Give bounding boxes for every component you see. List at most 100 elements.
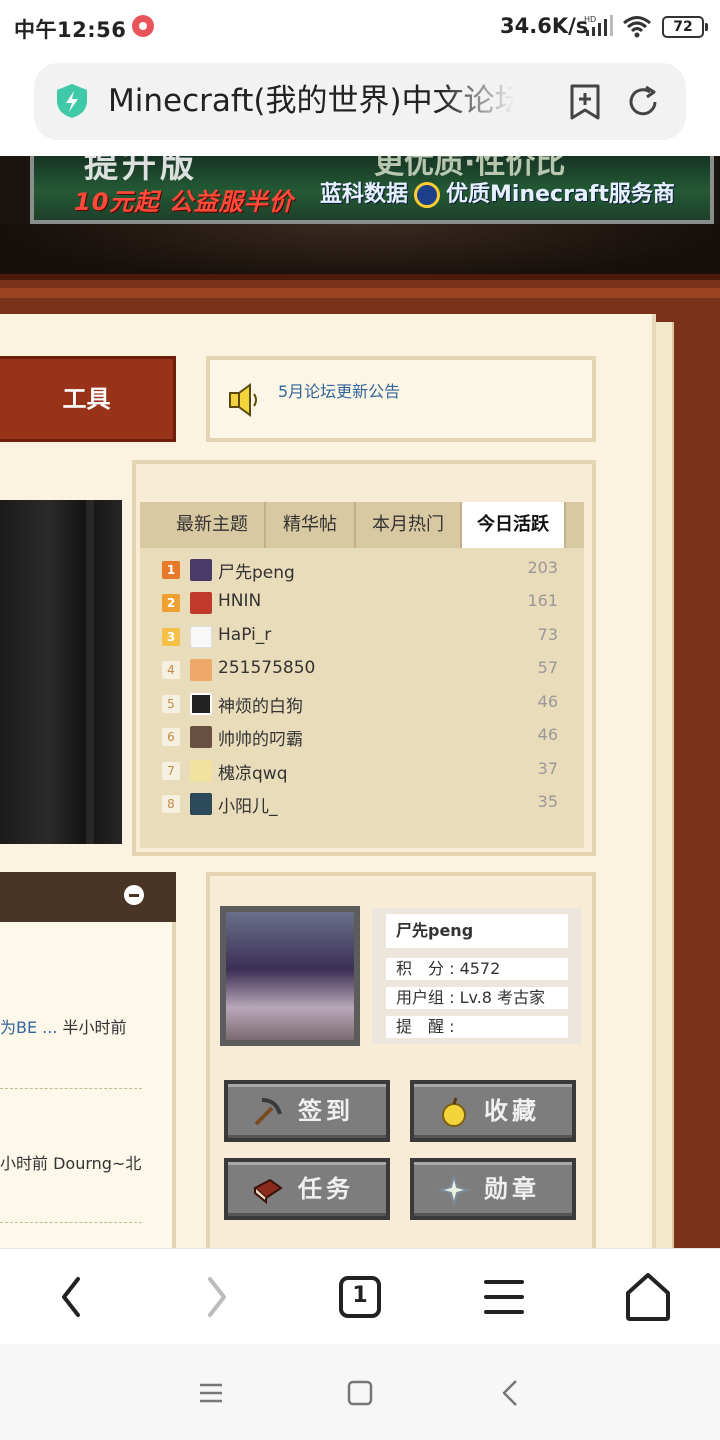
bookmark-add-icon[interactable]	[567, 83, 603, 121]
list-item[interactable]: 为BE ... 半小时前	[0, 1014, 127, 1038]
rank-score: 46	[537, 692, 558, 711]
reload-icon[interactable]	[624, 83, 662, 121]
profile-points: 积 分 : 4572	[386, 958, 568, 980]
wifi-icon	[623, 16, 651, 38]
avatar[interactable]	[190, 592, 212, 614]
profile-panel: 尸先peng 积 分 : 4572 用户组 : Lv.8 考古家 提 醒 : 签…	[206, 872, 596, 1248]
section-header	[0, 872, 176, 922]
rank-badge: 6	[162, 728, 180, 746]
rank-score: 35	[537, 792, 558, 811]
banner-promo: 10元起 公益服半价	[74, 188, 294, 216]
tab-monthly-hot[interactable]: 本月热门	[356, 502, 462, 548]
banner-brand-slogan: 优质Minecraft服务商	[446, 182, 675, 207]
profile-info: 尸先peng 积 分 : 4572 用户组 : Lv.8 考古家 提 醒 :	[372, 908, 582, 1044]
home-icon[interactable]	[618, 1269, 678, 1325]
rank-name[interactable]: HNIN	[218, 591, 261, 611]
rank-name[interactable]: 槐凉qwq	[218, 759, 288, 784]
list-item[interactable]: 5 神烦的白狗 46	[140, 688, 584, 718]
back-system-icon[interactable]	[496, 1378, 526, 1408]
tab-latest[interactable]: 最新主题	[160, 502, 266, 548]
profile-name[interactable]: 尸先peng	[386, 914, 568, 948]
rank-score: 57	[537, 658, 558, 677]
tab-count: 1	[352, 1283, 368, 1308]
ad-banner[interactable]: 提升版 更优质·性价比 10元起 公益服半价 蓝科数据 优质Minecraft服务…	[30, 156, 714, 224]
list-item[interactable]: 7 槐凉qwq 37	[140, 755, 584, 785]
speaker-icon	[229, 383, 257, 417]
back-icon[interactable]	[42, 1269, 102, 1325]
avatar[interactable]	[220, 906, 360, 1046]
rank-score: 46	[537, 725, 558, 744]
list-item[interactable]: 2 HNIN 161	[140, 587, 584, 617]
pickaxe-icon	[254, 1098, 282, 1126]
ranking-list: 1 尸先peng 203 2 HNIN 161 3 HaPi_r 73 4 25…	[140, 548, 584, 848]
avatar[interactable]	[190, 659, 212, 681]
book-icon	[253, 1178, 283, 1205]
post-meta: 小时前 Dourng~北	[0, 1154, 142, 1173]
page-title[interactable]: Minecraft(我的世界)中文论坛	[108, 81, 514, 121]
system-nav	[0, 1344, 720, 1440]
checkin-button[interactable]: 签到	[224, 1080, 390, 1142]
profile-group: 用户组 : Lv.8 考古家	[386, 987, 568, 1009]
rank-score: 203	[527, 558, 558, 577]
menu-icon[interactable]	[474, 1269, 534, 1325]
banner-brand-name: 蓝科数据	[320, 182, 409, 207]
signal-hd-icon: HD	[584, 15, 613, 36]
list-item[interactable]: 1 尸先peng 203	[140, 554, 584, 584]
list-item[interactable]: 3 HaPi_r 73	[140, 621, 584, 651]
rank-badge: 7	[162, 762, 180, 780]
record-icon	[132, 15, 154, 37]
avatar[interactable]	[190, 693, 212, 715]
list-item[interactable]: 小时前 Dourng~北	[0, 1150, 141, 1174]
address-bar[interactable]: Minecraft(我的世界)中文论坛	[34, 63, 686, 140]
activity-panel: 最新主题 精华帖 本月热门 今日活跃 1 尸先peng 203 2 HNIN 1…	[132, 460, 596, 856]
notice-link[interactable]: 5月论坛更新公告	[278, 378, 400, 402]
medals-label: 勋章	[484, 1175, 540, 1203]
avatar-image	[226, 912, 354, 1040]
rank-name[interactable]: 尸先peng	[218, 558, 295, 583]
tasks-label: 任务	[298, 1175, 354, 1203]
brand-logo-icon	[414, 182, 441, 208]
tasks-button[interactable]: 任务	[224, 1158, 390, 1220]
recents-icon[interactable]	[196, 1378, 226, 1408]
rank-badge: 4	[162, 661, 180, 679]
post-link[interactable]: 为BE ...	[0, 1018, 57, 1037]
profile-reminder: 提 醒 :	[386, 1016, 568, 1038]
rank-name[interactable]: HaPi_r	[218, 625, 271, 645]
featured-image[interactable]	[0, 500, 122, 844]
rank-name[interactable]: 251575850	[218, 658, 315, 678]
forward-icon[interactable]	[186, 1269, 246, 1325]
rank-score: 73	[537, 625, 558, 644]
tabs-button[interactable]: 1	[330, 1269, 390, 1325]
recent-posts: 为BE ... 半小时前 小时前 Dourng~北	[0, 922, 176, 1248]
tab-today-active[interactable]: 今日活跃	[462, 502, 566, 548]
avatar[interactable]	[190, 760, 212, 782]
rank-badge: 3	[162, 628, 180, 646]
golden-apple-icon	[442, 1097, 466, 1127]
rank-name[interactable]: 神烦的白狗	[218, 692, 303, 717]
web-content[interactable]: 提升版 更优质·性价比 10元起 公益服半价 蓝科数据 优质Minecraft服务…	[0, 156, 720, 1248]
avatar[interactable]	[190, 626, 212, 648]
status-bar: 中午12:56 34.6K/s HD 72	[0, 0, 720, 56]
tools-button[interactable]: 工具	[0, 356, 176, 442]
nether-star-icon	[438, 1174, 470, 1206]
tab-featured[interactable]: 精华帖	[266, 502, 356, 548]
list-item[interactable]: 6 帅帅的叼霸 46	[140, 721, 584, 751]
rank-badge: 1	[162, 561, 180, 579]
home-system-icon[interactable]	[345, 1378, 375, 1408]
post-meta: 半小时前	[57, 1018, 127, 1037]
list-item[interactable]: 4 251575850 57	[140, 654, 584, 684]
rank-badge: 5	[162, 695, 180, 713]
tab-bar: 最新主题 精华帖 本月热门 今日活跃	[140, 502, 584, 548]
avatar[interactable]	[190, 559, 212, 581]
status-time: 中午12:56	[14, 18, 127, 42]
rank-name[interactable]: 小阳儿_	[218, 792, 278, 817]
list-item[interactable]: 8 小阳儿_ 35	[140, 788, 584, 818]
rank-name[interactable]: 帅帅的叼霸	[218, 725, 303, 750]
favorites-button[interactable]: 收藏	[410, 1080, 576, 1142]
rank-score: 37	[537, 759, 558, 778]
avatar[interactable]	[190, 793, 212, 815]
favorites-label: 收藏	[484, 1097, 540, 1125]
avatar[interactable]	[190, 726, 212, 748]
collapse-icon[interactable]	[124, 885, 144, 905]
medals-button[interactable]: 勋章	[410, 1158, 576, 1220]
